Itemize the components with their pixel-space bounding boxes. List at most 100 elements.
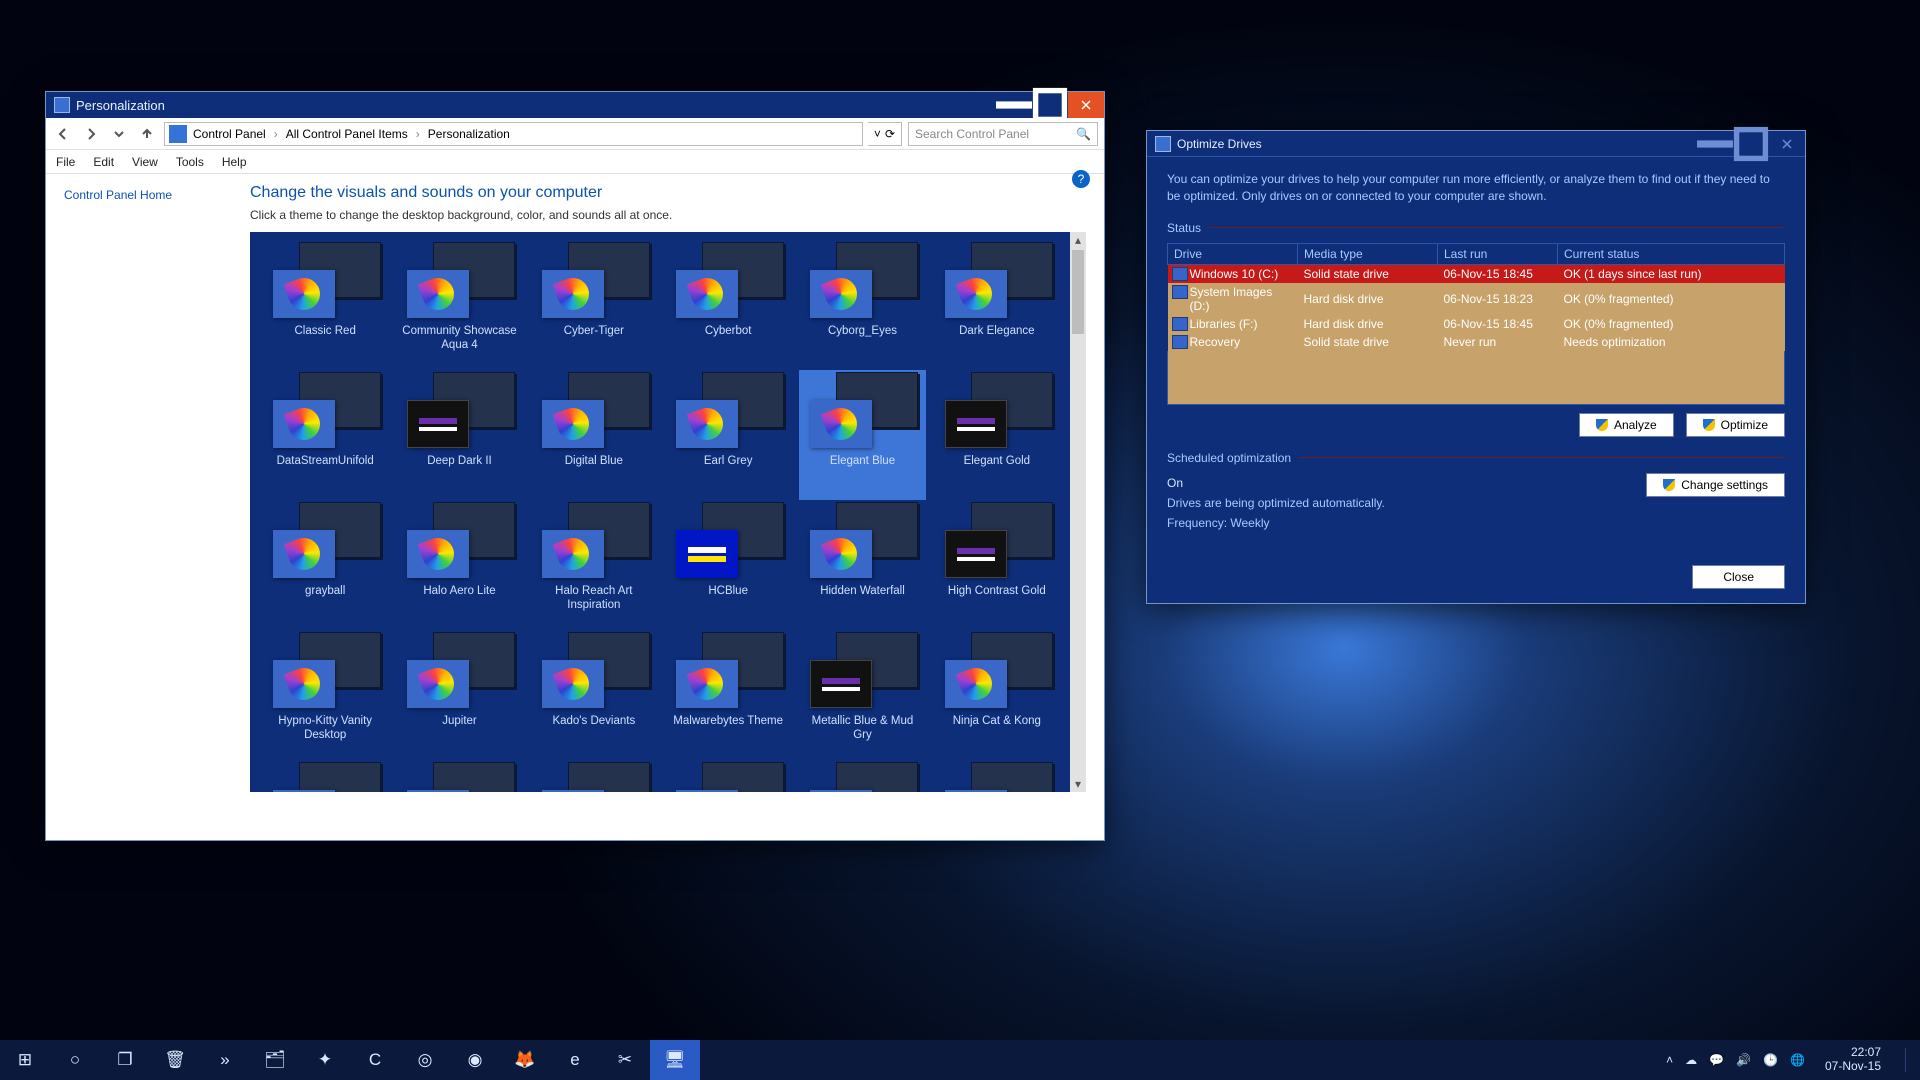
theme-item[interactable]: Jupiter (396, 630, 522, 760)
taskbar-clock[interactable]: 22:07 07-Nov-15 (1817, 1046, 1889, 1074)
search-box[interactable]: 🔍 (908, 122, 1098, 146)
optimize-button[interactable]: Optimize (1686, 413, 1785, 437)
theme-item[interactable] (262, 760, 388, 792)
theme-item[interactable]: Cyborg_Eyes (799, 240, 925, 370)
col-media[interactable]: Media type (1298, 243, 1438, 264)
theme-item[interactable]: Metallic Blue & Mud Gry (799, 630, 925, 760)
theme-item[interactable]: Ninja Cat & Kong (934, 630, 1060, 760)
theme-item[interactable]: Dark Elegance (934, 240, 1060, 370)
forward-button[interactable] (80, 123, 102, 145)
tray-action-center[interactable]: 💬 (1709, 1053, 1724, 1067)
breadcrumb-segment[interactable]: Control Panel (193, 127, 266, 141)
breadcrumb-segment[interactable]: All Control Panel Items (286, 127, 408, 141)
theme-item[interactable]: Halo Reach Art Inspiration (531, 500, 657, 630)
theme-item[interactable]: Hypno-Kitty Vanity Desktop (262, 630, 388, 760)
theme-item[interactable]: Malwarebytes Theme (665, 630, 791, 760)
scroll-up-icon[interactable]: ▴ (1070, 232, 1086, 248)
theme-item[interactable] (396, 760, 522, 792)
taskbar-task-view[interactable]: ❐ (100, 1040, 150, 1080)
minimize-button[interactable] (1697, 131, 1733, 156)
theme-item[interactable]: Deep Dark II (396, 370, 522, 500)
titlebar[interactable]: Personalization (46, 92, 1104, 118)
up-button[interactable] (136, 123, 158, 145)
drive-row[interactable]: Libraries (F:)Hard disk drive06-Nov-15 1… (1168, 315, 1785, 333)
taskbar-control-panel[interactable]: 🖥 (650, 1040, 700, 1080)
theme-thumbnail (538, 372, 650, 450)
theme-item[interactable] (934, 760, 1060, 792)
breadcrumb-segment[interactable]: Personalization (428, 127, 510, 141)
theme-thumbnail (941, 632, 1053, 710)
col-status[interactable]: Current status (1558, 243, 1785, 264)
drive-row[interactable]: RecoverySolid state driveNever runNeeds … (1168, 333, 1785, 351)
taskbar-ccleaner[interactable]: C (350, 1040, 400, 1080)
scroll-down-icon[interactable]: ▾ (1070, 776, 1086, 792)
tray-volume[interactable]: 🔊 (1736, 1053, 1751, 1067)
col-drive[interactable]: Drive (1168, 243, 1298, 264)
dropdown-icon[interactable]: ˅ (874, 127, 881, 141)
taskbar-app-yellow[interactable]: ✦ (300, 1040, 350, 1080)
theme-item[interactable]: Elegant Blue (799, 370, 925, 500)
taskbar-chrome[interactable]: ◉ (450, 1040, 500, 1080)
search-input[interactable] (915, 127, 1076, 141)
address-bar[interactable]: Control Panel› All Control Panel Items› … (164, 122, 863, 146)
taskbar-internet-explorer[interactable]: e (550, 1040, 600, 1080)
theme-item[interactable]: Digital Blue (531, 370, 657, 500)
close-button[interactable] (1068, 92, 1104, 118)
scroll-thumb[interactable] (1072, 250, 1084, 334)
taskbar-cortana[interactable]: ○ (50, 1040, 100, 1080)
menu-help[interactable]: Help (222, 155, 247, 169)
menu-view[interactable]: View (132, 155, 158, 169)
theme-item[interactable]: Community Showcase Aqua 4 (396, 240, 522, 370)
taskbar-app-snip[interactable]: ✂ (600, 1040, 650, 1080)
taskbar-firefox[interactable]: 🦊 (500, 1040, 550, 1080)
refresh-icon[interactable]: ⟳ (885, 127, 895, 141)
taskbar-file-explorer[interactable]: 🗂 (250, 1040, 300, 1080)
theme-item[interactable] (531, 760, 657, 792)
analyze-button[interactable]: Analyze (1579, 413, 1674, 437)
theme-item[interactable]: High Contrast Gold (934, 500, 1060, 630)
tray-tray-up[interactable]: ˄ (1666, 1053, 1673, 1067)
menu-edit[interactable]: Edit (93, 155, 114, 169)
recent-locations-button[interactable] (108, 123, 130, 145)
theme-item[interactable]: DataStreamUnifold (262, 370, 388, 500)
menu-file[interactable]: File (56, 155, 75, 169)
control-panel-home-link[interactable]: Control Panel Home (64, 188, 172, 202)
theme-item[interactable]: Elegant Gold (934, 370, 1060, 500)
taskbar: ⊞○❐🗑»🗂✦C◎◉🦊e✂🖥 ˄ ☁ 💬 🔊 🕒 🌐 22:07 07-Nov-15 (0, 1040, 1920, 1080)
show-desktop-button[interactable] (1905, 1048, 1906, 1072)
col-last[interactable]: Last run (1438, 243, 1558, 264)
change-settings-button[interactable]: Change settings (1646, 473, 1785, 497)
theme-item[interactable]: Cyber-Tiger (531, 240, 657, 370)
theme-item[interactable]: Earl Grey (665, 370, 791, 500)
close-dialog-button[interactable]: Close (1692, 565, 1785, 589)
maximize-button[interactable] (1032, 92, 1068, 118)
maximize-button[interactable] (1733, 131, 1769, 156)
back-button[interactable] (52, 123, 74, 145)
taskbar-start[interactable]: ⊞ (0, 1040, 50, 1080)
close-button[interactable] (1769, 131, 1805, 156)
titlebar[interactable]: Optimize Drives (1147, 131, 1805, 157)
theme-item[interactable]: Hidden Waterfall (799, 500, 925, 630)
theme-item[interactable]: HCBlue (665, 500, 791, 630)
theme-item[interactable]: Kado's Deviants (531, 630, 657, 760)
tray-clock-face[interactable]: 🕒 (1763, 1053, 1778, 1067)
tray-onedrive[interactable]: ☁ (1685, 1053, 1697, 1067)
theme-item[interactable]: grayball (262, 500, 388, 630)
menu-tools[interactable]: Tools (176, 155, 204, 169)
theme-item[interactable] (799, 760, 925, 792)
taskbar-overflow[interactable]: » (200, 1040, 250, 1080)
theme-item[interactable]: Halo Aero Lite (396, 500, 522, 630)
theme-item[interactable] (665, 760, 791, 792)
search-icon[interactable]: 🔍 (1076, 127, 1091, 141)
taskbar-app-round[interactable]: ◎ (400, 1040, 450, 1080)
help-icon[interactable]: ? (1072, 170, 1090, 188)
theme-label: HCBlue (708, 584, 748, 598)
vertical-scrollbar[interactable]: ▴ ▾ (1070, 232, 1086, 792)
theme-item[interactable]: Classic Red (262, 240, 388, 370)
drive-row[interactable]: Windows 10 (C:)Solid state drive06-Nov-1… (1168, 264, 1785, 283)
drive-row[interactable]: System Images (D:)Hard disk drive06-Nov-… (1168, 283, 1785, 315)
tray-network[interactable]: 🌐 (1790, 1053, 1805, 1067)
taskbar-recycle-bin[interactable]: 🗑 (150, 1040, 200, 1080)
theme-item[interactable]: Cyberbot (665, 240, 791, 370)
minimize-button[interactable] (996, 92, 1032, 118)
